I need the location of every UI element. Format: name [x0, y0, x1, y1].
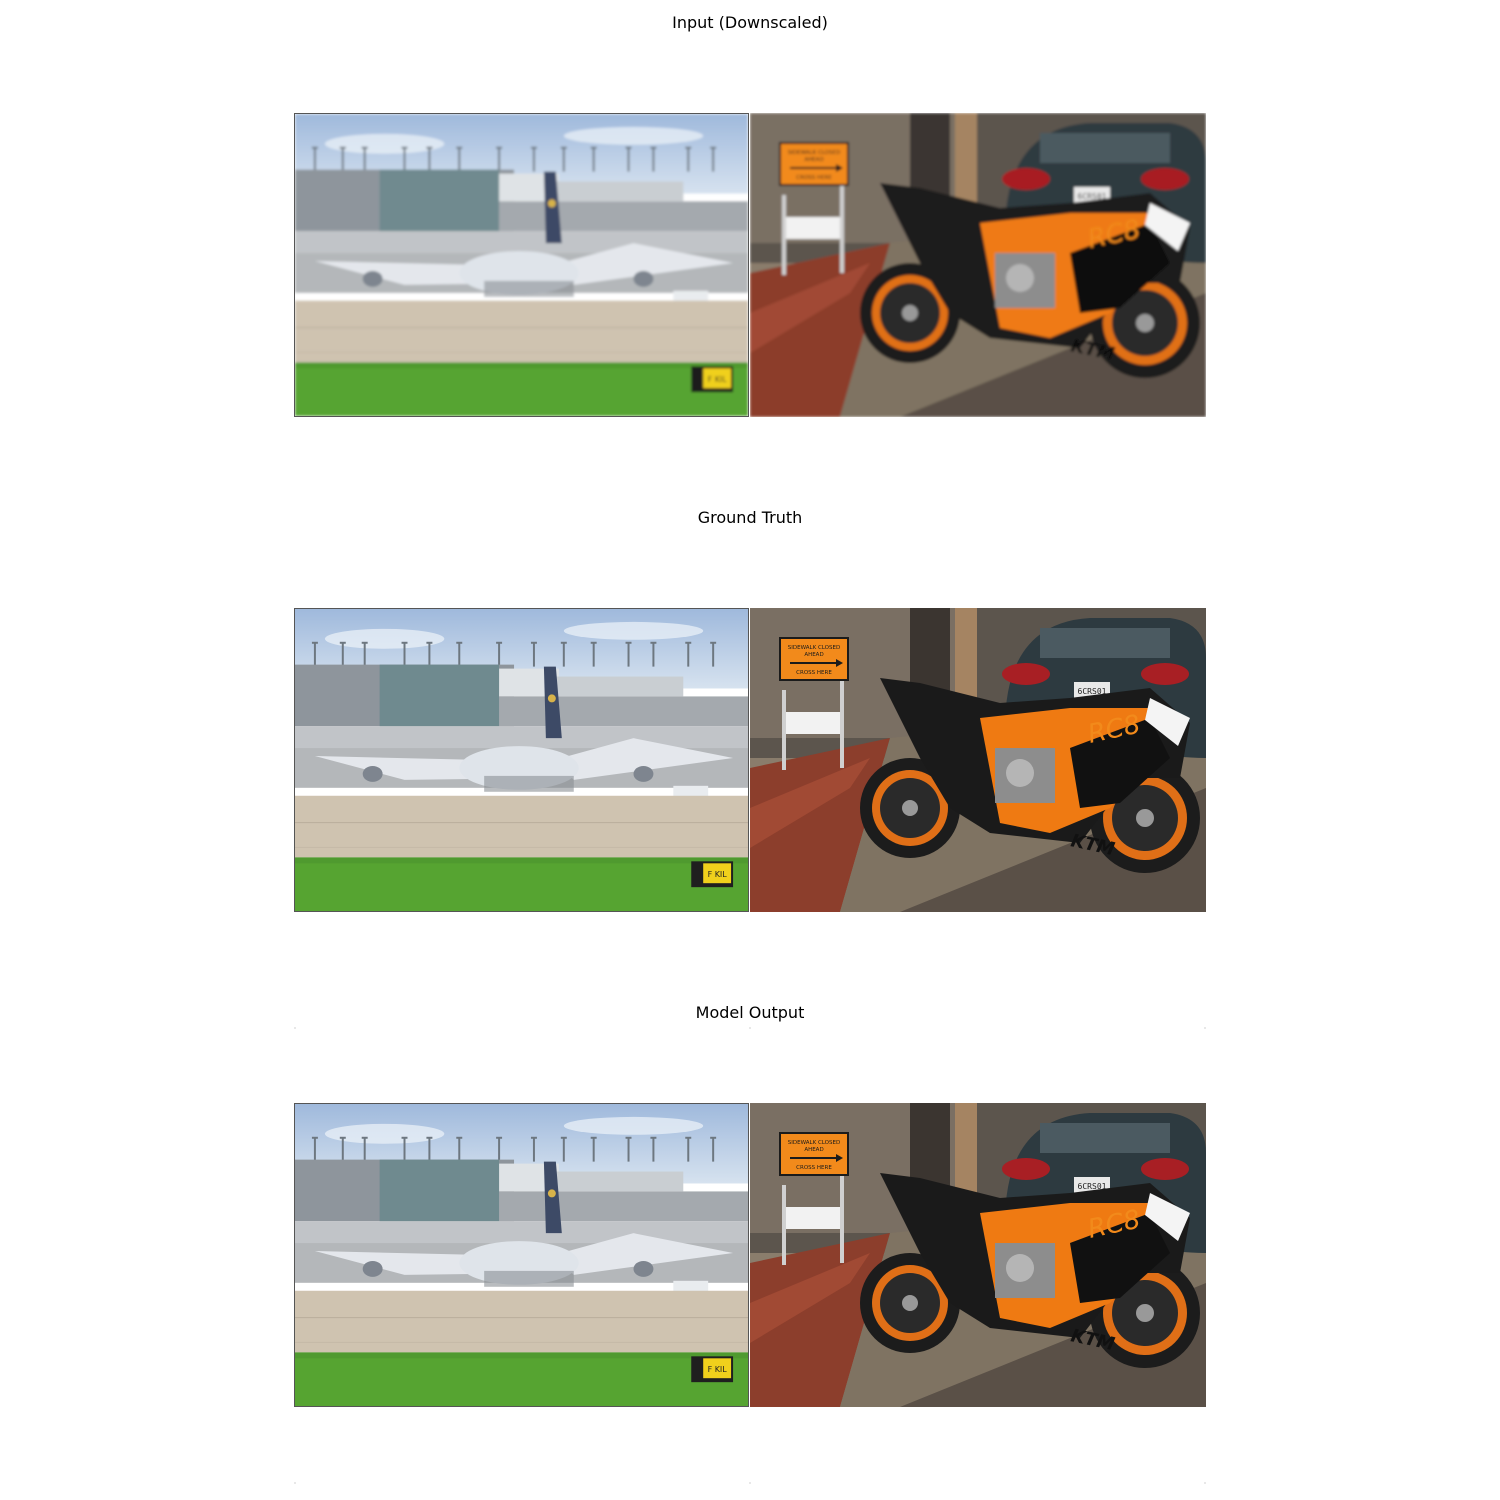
- image-pair-ground-truth: F KIL SIDEWALK CLOSED AHEAD CROSS HERE 6…: [294, 608, 1206, 912]
- image-pair-model-output: F KIL SIDEWALK CLOSED AHEAD CROSS HERE 6…: [294, 1103, 1206, 1407]
- svg-text:F KIL: F KIL: [708, 1365, 728, 1374]
- svg-text:F KIL: F KIL: [708, 375, 728, 384]
- panel-title-model-output: Model Output: [695, 1003, 805, 1022]
- panel-title-input: Input (Downscaled): [672, 13, 828, 32]
- airplane-image: F KIL: [294, 608, 749, 912]
- svg-text:F KIL: F KIL: [708, 870, 728, 879]
- svg-text:AHEAD: AHEAD: [804, 1147, 823, 1153]
- svg-text:CROSS HERE: CROSS HERE: [796, 670, 832, 676]
- panel-title-ground-truth: Ground Truth: [697, 508, 803, 527]
- svg-text:CROSS HERE: CROSS HERE: [796, 175, 832, 181]
- svg-text:AHEAD: AHEAD: [804, 157, 823, 163]
- airplane-image: F KIL: [294, 113, 749, 417]
- motorcycle-image: SIDEWALK CLOSED AHEAD CROSS HERE 6CRS01 …: [750, 1103, 1206, 1407]
- image-pair-input: F KIL SIDEWALK CLOSED AHEAD CROSS HERE 6…: [294, 113, 1206, 417]
- svg-text:CROSS HERE: CROSS HERE: [796, 1165, 832, 1171]
- motorcycle-image: SIDEWALK CLOSED AHEAD CROSS HERE 6CRS01 …: [750, 608, 1206, 912]
- airplane-image: F KIL: [294, 1103, 749, 1407]
- svg-text:SIDEWALK CLOSED: SIDEWALK CLOSED: [788, 150, 840, 156]
- svg-text:SIDEWALK CLOSED: SIDEWALK CLOSED: [788, 1140, 840, 1146]
- svg-text:AHEAD: AHEAD: [804, 652, 823, 658]
- svg-text:SIDEWALK CLOSED: SIDEWALK CLOSED: [788, 645, 840, 651]
- motorcycle-image: SIDEWALK CLOSED AHEAD CROSS HERE 6CRS01 …: [750, 113, 1206, 417]
